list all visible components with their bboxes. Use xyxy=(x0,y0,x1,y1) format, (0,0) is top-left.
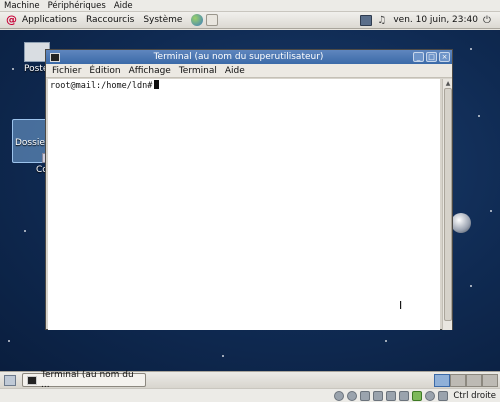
optical-drive-icon[interactable] xyxy=(347,390,358,401)
taskbar-item-terminal[interactable]: Terminal (au nom du ... xyxy=(22,370,146,390)
terminal-output[interactable]: root@mail:/home/ldn# xyxy=(48,79,440,330)
terminal-icon xyxy=(50,52,60,62)
star-decoration xyxy=(385,340,387,342)
workspace-1[interactable] xyxy=(434,373,450,387)
star-decoration xyxy=(490,210,492,212)
workspace-switcher xyxy=(434,373,498,387)
star-decoration xyxy=(24,230,26,232)
network-icon[interactable] xyxy=(360,14,373,26)
web-browser-icon[interactable] xyxy=(191,14,204,26)
menu-edition[interactable]: Édition xyxy=(89,66,120,76)
menu-raccourcis[interactable]: Raccourcis xyxy=(86,15,134,25)
mouse-integration-icon[interactable] xyxy=(425,390,436,401)
clock[interactable]: ven. 10 juin, 23:40 xyxy=(393,15,478,25)
keyboard-capture-icon xyxy=(438,390,449,401)
menu-fichier[interactable]: Fichier xyxy=(52,66,81,76)
shared-folders-icon[interactable] xyxy=(399,390,410,401)
menu-terminal[interactable]: Terminal xyxy=(179,66,217,76)
workspace-2[interactable] xyxy=(450,373,466,387)
close-button[interactable]: × xyxy=(439,52,450,62)
host-key-label: Ctrl droite xyxy=(453,390,496,401)
menu-aide-terminal[interactable]: Aide xyxy=(225,66,245,76)
scroll-thumb[interactable] xyxy=(444,88,452,321)
bottom-panel: Terminal (au nom du ... xyxy=(0,370,500,390)
network-adapter-icon[interactable] xyxy=(373,390,384,401)
virtualization-icon xyxy=(412,390,423,401)
star-decoration xyxy=(12,68,14,70)
minimize-button[interactable]: _ xyxy=(413,52,424,62)
star-decoration xyxy=(222,355,224,357)
floppy-icon[interactable] xyxy=(360,390,371,401)
text-cursor xyxy=(154,80,160,89)
star-decoration xyxy=(478,115,480,117)
shell-prompt: root@mail:/home/ldn# xyxy=(50,81,153,91)
scroll-up-icon[interactable]: ▲ xyxy=(443,79,453,88)
terminal-menubar: Fichier Édition Affichage Terminal Aide xyxy=(46,64,452,78)
star-decoration xyxy=(470,285,472,287)
mail-client-icon[interactable] xyxy=(206,14,219,26)
harddisk-icon[interactable] xyxy=(334,390,345,401)
menu-peripheriques[interactable]: Périphériques xyxy=(48,1,106,11)
menu-machine[interactable]: Machine xyxy=(4,1,40,11)
menu-systeme[interactable]: Système xyxy=(143,15,182,25)
host-menubar: Machine Périphériques Aide xyxy=(0,0,500,12)
show-desktop-icon[interactable] xyxy=(4,374,16,386)
menu-aide[interactable]: Aide xyxy=(114,1,133,11)
top-panel: @ Applications Raccourcis Système ♫ ven.… xyxy=(0,12,500,29)
star-decoration xyxy=(470,48,472,50)
menu-applications[interactable]: Applications xyxy=(22,15,77,25)
usb-icon[interactable] xyxy=(386,390,397,401)
taskbar-item-label: Terminal (au nom du ... xyxy=(40,370,134,390)
window-title: Terminal (au nom du superutilisateur) xyxy=(153,52,324,62)
power-icon[interactable]: ⏻ xyxy=(483,15,494,26)
workspace-4[interactable] xyxy=(482,373,498,387)
terminal-window[interactable]: Terminal (au nom du superutilisateur) _ … xyxy=(45,49,453,330)
menu-affichage[interactable]: Affichage xyxy=(129,66,171,76)
vbox-statusbar: Ctrl droite xyxy=(0,388,500,402)
volume-icon[interactable]: ♫ xyxy=(377,15,388,26)
panel-tray: ♫ ven. 10 juin, 23:40 ⏻ xyxy=(360,14,500,26)
terminal-titlebar[interactable]: Terminal (au nom du superutilisateur) _ … xyxy=(46,50,452,64)
planet-decoration xyxy=(451,213,471,233)
workspace-3[interactable] xyxy=(466,373,482,387)
debian-logo-icon: @ xyxy=(6,13,17,26)
vertical-scrollbar[interactable]: ▲ xyxy=(442,79,452,330)
star-decoration xyxy=(8,340,10,342)
desktop-icon-label: Dossier xyxy=(15,138,49,148)
ibeam-cursor-icon: I xyxy=(399,299,403,312)
terminal-icon xyxy=(27,375,37,385)
maximize-button[interactable]: □ xyxy=(426,52,437,62)
